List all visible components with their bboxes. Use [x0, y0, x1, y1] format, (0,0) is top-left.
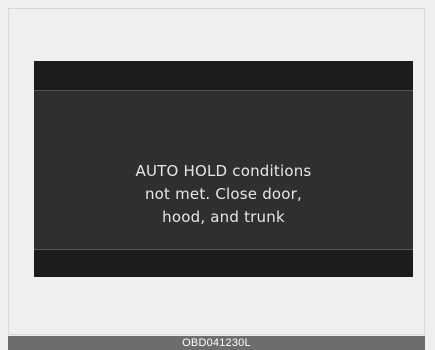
image-code-bar: OBD041230L [8, 336, 425, 350]
manual-illustration-page: AUTO HOLD conditions not met. Close door… [0, 0, 435, 350]
cluster-display: AUTO HOLD conditions not met. Close door… [34, 61, 413, 277]
display-bottom-bar [34, 250, 413, 277]
display-top-bar [34, 61, 413, 90]
message-line-3: hood, and trunk [162, 208, 285, 226]
message-line-1: AUTO HOLD conditions [135, 162, 312, 180]
auto-hold-warning-message: AUTO HOLD conditions not met. Close door… [34, 160, 413, 229]
warning-message-area: AUTO HOLD conditions not met. Close door… [34, 91, 413, 249]
message-line-2: not met. Close door, [144, 185, 303, 203]
image-code: OBD041230L [182, 337, 251, 349]
